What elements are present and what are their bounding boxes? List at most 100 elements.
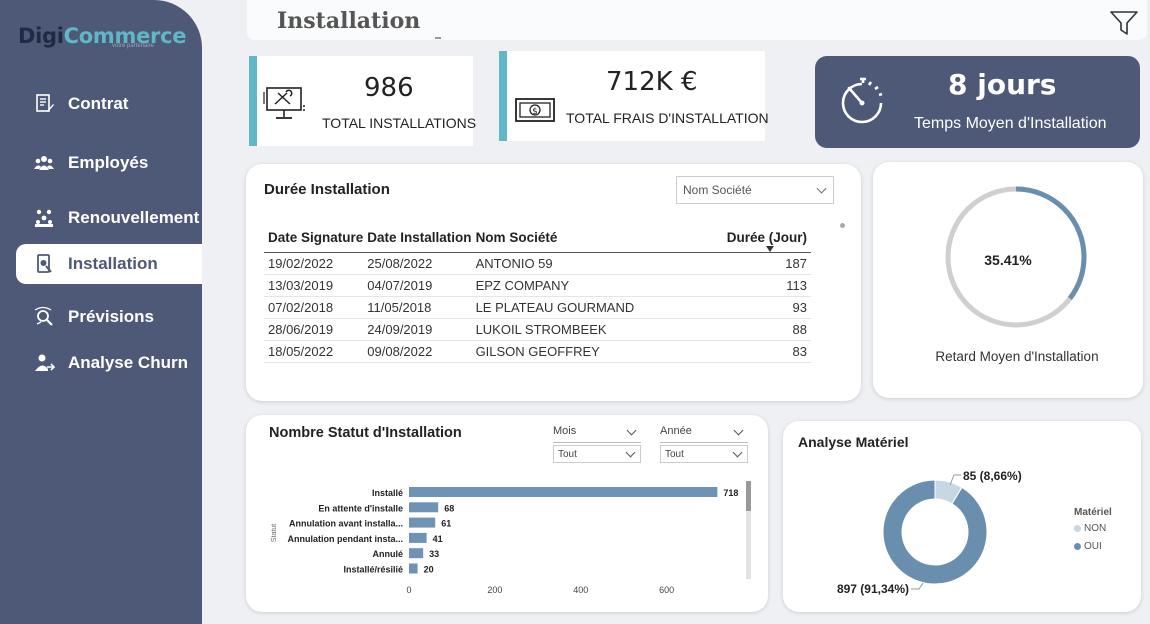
table-row[interactable]: 07/02/2018 11/05/2018 LE PLATEAU GOURMAND 9… [264, 296, 811, 319]
table-header-row: Date Signature Date Installation Nom Soc… [264, 224, 811, 253]
scrollbar-thumb[interactable] [746, 481, 751, 511]
bar[interactable] [409, 502, 439, 513]
x-tick-label: 0 [406, 585, 411, 595]
kpi-temps-moyen: 8 jours Temps Moyen d'Installation [815, 56, 1140, 148]
category-label: Annulé [373, 549, 404, 559]
select-placeholder: Nom Société [683, 183, 752, 197]
nav-item-previsions[interactable]: Prévisions [16, 297, 202, 337]
kpi-value: 8 jours [948, 68, 1057, 101]
panel-title: Durée Installation [264, 181, 390, 198]
nav-item-employes[interactable]: Employés [16, 143, 202, 183]
panel-title: Nombre Statut d'Installation [269, 425, 462, 441]
computer-tools-icon [263, 87, 305, 119]
slice-label: 85 (8,66%) [963, 469, 1022, 483]
statut-installation-panel: Nombre Statut d'Installation Mois Tout A… [246, 415, 768, 612]
category-label: Installé/résilié [343, 565, 403, 575]
chart-scrollbar[interactable] [746, 481, 751, 579]
leader-line [911, 582, 924, 590]
nav-label: Employés [68, 153, 149, 172]
bar[interactable] [409, 548, 424, 559]
column-header[interactable]: Date Signature [264, 224, 364, 253]
column-header[interactable]: Nom Société [471, 224, 702, 253]
kpi-accent-bar [249, 56, 257, 146]
page-header: Installation [247, 0, 1147, 40]
installation-icon [32, 253, 56, 275]
category-label: Installé [372, 488, 403, 498]
brand-tagline: votre partenaire [112, 43, 155, 49]
legend-item-oui[interactable]: OUI [1074, 541, 1102, 552]
x-tick-label: 200 [487, 585, 502, 595]
nav-item-analyse-churn[interactable]: Analyse Churn [16, 343, 202, 383]
sort-desc-icon [765, 246, 774, 252]
chevron-down-icon [626, 425, 637, 436]
chevron-down-icon [733, 425, 744, 436]
x-tick-label: 600 [659, 585, 674, 595]
mois-slicer-header[interactable]: Mois [553, 425, 641, 443]
x-tick-label: 400 [573, 585, 588, 595]
nav-label: Analyse Churn [68, 353, 188, 372]
kpi-value: 986 [364, 73, 414, 103]
churn-icon [32, 352, 56, 374]
legend-item-non[interactable]: NON [1074, 523, 1106, 534]
slicer-label: Année [660, 425, 692, 437]
mois-select[interactable]: Tout [553, 445, 641, 463]
y-axis-label: Statut [271, 524, 278, 542]
column-header[interactable]: Date Installation [363, 224, 472, 253]
bar[interactable] [409, 487, 718, 497]
data-label: 68 [444, 503, 454, 513]
kpi-accent-bar [499, 51, 507, 141]
page-title: Installation [277, 8, 421, 34]
gauge-value: 35.41% [984, 252, 1032, 268]
table-row[interactable]: 13/03/2019 04/07/2019 EPZ COMPANY 113 [264, 274, 811, 297]
kpi-total-installations: 986 TOTAL INSTALLATIONS [249, 56, 476, 146]
duree-table: Date Signature Date Installation Nom Soc… [264, 224, 811, 363]
table-row[interactable]: 19/02/2022 25/08/2022 ANTONIO 59 187 [264, 252, 811, 275]
category-label: Annulation pendant insta... [288, 534, 404, 544]
chevron-down-icon [625, 447, 636, 458]
annee-slicer-header[interactable]: Année [660, 425, 748, 443]
nav-item-installation[interactable]: Installation [16, 244, 202, 284]
employees-icon [32, 152, 56, 174]
analyse-materiel-panel: Analyse Matériel 85 (8,66%) 897 (91,34%) … [783, 421, 1141, 612]
category-label: Annulation avant installa... [289, 519, 403, 529]
chevron-down-icon [816, 183, 827, 194]
category-label: En attente d'installe [318, 503, 403, 513]
stopwatch-icon [841, 77, 883, 124]
statut-bar-chart: Installé 718 En attente d'installe 68 Annula… [271, 487, 738, 595]
bar[interactable] [409, 563, 418, 574]
renewal-icon [32, 207, 56, 229]
legend-marker [1074, 525, 1081, 532]
title-underline [435, 37, 441, 39]
nom-societe-select[interactable]: Nom Société [676, 176, 834, 204]
legend-marker [1074, 543, 1081, 550]
nav-item-renouvellement[interactable]: Renouvellement [16, 198, 202, 238]
column-header-sorted[interactable]: Durée (Jour) [701, 224, 811, 253]
scroll-indicator[interactable] [840, 223, 845, 228]
kpi-value: 712K € [606, 67, 698, 97]
data-label: 41 [433, 534, 443, 544]
bar[interactable] [409, 517, 436, 528]
retard-moyen-panel: 35.41% Retard Moyen d'Installation [873, 162, 1143, 398]
kpi-label: Temps Moyen d'Installation [914, 115, 1107, 132]
bar[interactable] [409, 532, 427, 543]
filter-icon[interactable] [1109, 8, 1139, 38]
kpi-label: TOTAL FRAIS D'INSTALLATION [566, 110, 769, 126]
legend-title: Matériel [1074, 507, 1112, 518]
gauge-label: Retard Moyen d'Installation [935, 349, 1099, 364]
data-label: 20 [424, 565, 434, 575]
donut-slice-oui[interactable] [882, 479, 988, 585]
table-row[interactable]: 28/06/2019 24/09/2019 LUKOIL STROMBEEK 88 [264, 318, 811, 341]
chevron-down-icon [732, 447, 743, 458]
banknote-icon: $ [515, 98, 555, 122]
annee-select[interactable]: Tout [660, 445, 748, 463]
slice-label: 897 (91,34%) [837, 582, 909, 596]
data-label: 718 [723, 488, 738, 498]
brand-logo: DigiCommerce [18, 24, 187, 48]
nav-label: Installation [68, 254, 158, 273]
forecast-icon [32, 306, 56, 328]
nav-item-contrat[interactable]: Contrat [16, 84, 202, 124]
table-row[interactable]: 18/05/2022 09/08/2022 GILSON GEOFFREY 83 [264, 340, 811, 363]
contract-icon [32, 93, 56, 115]
duree-installation-panel: Durée Installation Nom Société Date Sign… [246, 164, 861, 401]
nav-label: Contrat [68, 94, 129, 113]
